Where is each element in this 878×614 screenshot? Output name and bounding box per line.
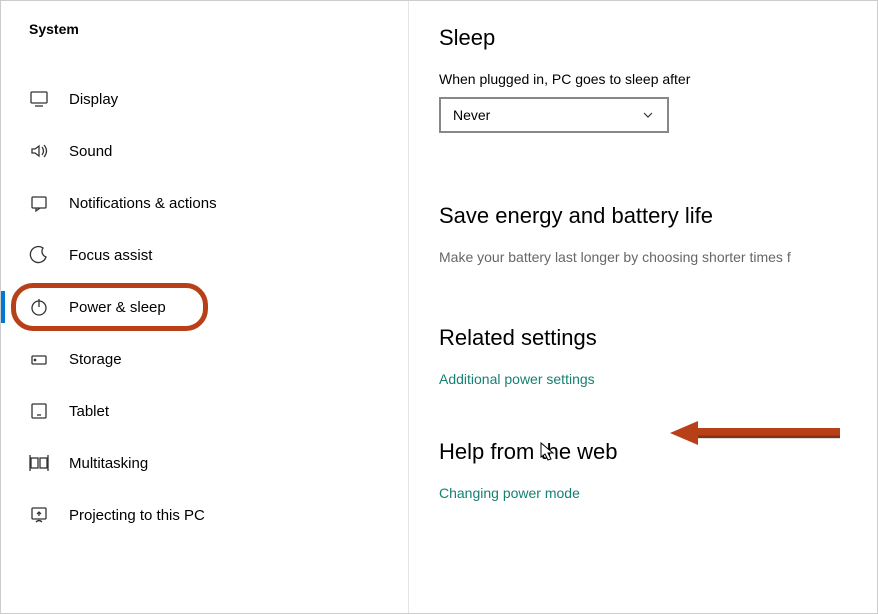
section-title-related: Related settings: [439, 325, 877, 351]
sidebar-item-multitasking[interactable]: Multitasking: [1, 437, 408, 489]
sidebar-item-label: Storage: [69, 351, 122, 368]
storage-icon: [29, 349, 49, 369]
focus-icon: [29, 245, 49, 265]
display-icon: [29, 89, 49, 109]
sidebar-item-label: Tablet: [69, 403, 109, 420]
section-title-sleep: Sleep: [439, 25, 877, 51]
dropdown-value: Never: [453, 107, 490, 123]
sidebar-item-notifications[interactable]: Notifications & actions: [1, 177, 408, 229]
energy-section: Save energy and battery life Make your b…: [439, 203, 877, 265]
sleep-plugged-dropdown[interactable]: Never: [439, 97, 669, 133]
additional-power-settings-link[interactable]: Additional power settings: [439, 371, 595, 387]
sidebar-item-display[interactable]: Display: [1, 73, 408, 125]
changing-power-mode-link[interactable]: Changing power mode: [439, 485, 580, 501]
sidebar: System Display Sound Notifications & act…: [1, 1, 409, 613]
sidebar-item-power-sleep[interactable]: Power & sleep: [1, 281, 408, 333]
notifications-icon: [29, 193, 49, 213]
sidebar-item-label: Notifications & actions: [69, 195, 217, 212]
sidebar-item-label: Sound: [69, 143, 112, 160]
sidebar-item-label: Display: [69, 91, 118, 108]
sidebar-item-tablet[interactable]: Tablet: [1, 385, 408, 437]
sleep-section: Sleep When plugged in, PC goes to sleep …: [439, 25, 877, 133]
sidebar-item-storage[interactable]: Storage: [1, 333, 408, 385]
tablet-icon: [29, 401, 49, 421]
multitasking-icon: [29, 453, 49, 473]
power-icon: [29, 297, 49, 317]
sidebar-item-label: Focus assist: [69, 247, 152, 264]
sidebar-item-label: Projecting to this PC: [69, 507, 205, 524]
sound-icon: [29, 141, 49, 161]
sidebar-item-focus-assist[interactable]: Focus assist: [1, 229, 408, 281]
section-title-energy: Save energy and battery life: [439, 203, 877, 229]
main-content: Sleep When plugged in, PC goes to sleep …: [409, 1, 877, 613]
related-section: Related settings Additional power settin…: [439, 325, 877, 389]
sidebar-item-sound[interactable]: Sound: [1, 125, 408, 177]
energy-description: Make your battery last longer by choosin…: [439, 249, 877, 265]
help-section: Help from the web Changing power mode: [439, 439, 877, 503]
section-title-help: Help from the web: [439, 439, 877, 465]
chevron-down-icon: [641, 108, 655, 122]
sidebar-item-projecting[interactable]: Projecting to this PC: [1, 489, 408, 541]
sidebar-item-label: Power & sleep: [69, 299, 166, 316]
sidebar-title: System: [1, 21, 408, 37]
sidebar-item-label: Multitasking: [69, 455, 148, 472]
plugged-in-label: When plugged in, PC goes to sleep after: [439, 71, 877, 87]
projecting-icon: [29, 505, 49, 525]
